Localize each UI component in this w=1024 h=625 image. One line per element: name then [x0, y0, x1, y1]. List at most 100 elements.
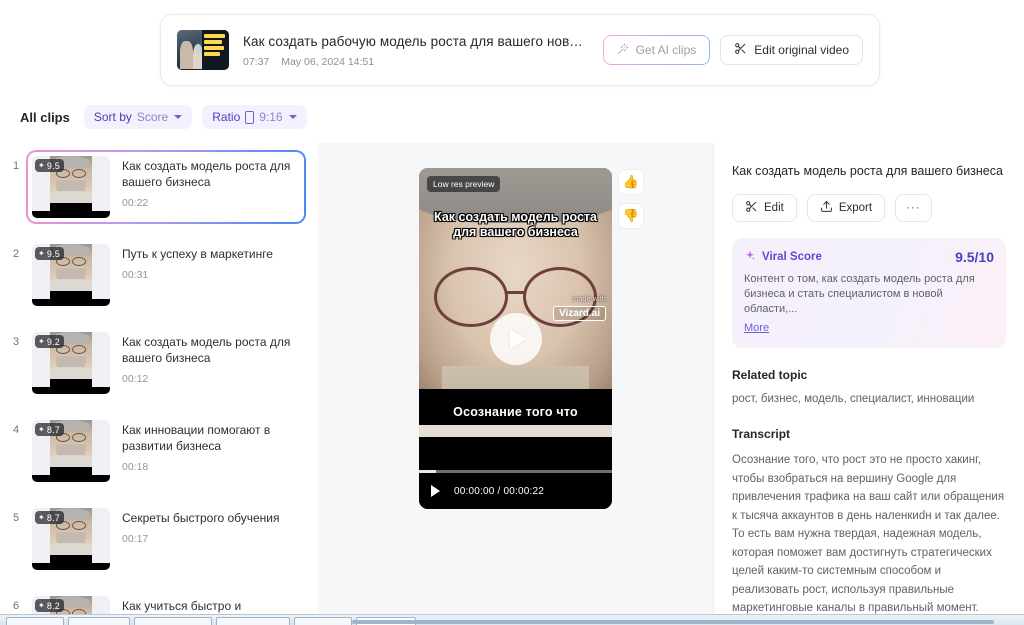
get-ai-clips-label: Get AI clips: [635, 43, 697, 57]
video-player[interactable]: Low res preview Как создать модель роста…: [419, 168, 612, 509]
video-player-surface[interactable]: Low res preview Как создать модель роста…: [419, 168, 612, 509]
thumbs-down-icon: 👎: [622, 208, 640, 223]
clip-score-value: 9.5: [46, 248, 61, 259]
clip-duration: 00:22: [122, 197, 149, 209]
clip-score-badge: ✦ 9.5: [35, 247, 65, 260]
browser-tab-strip[interactable]: [0, 614, 1024, 625]
clip-list-item[interactable]: 2 ✦ 9.5 Путь к успеху в маркетинге 00:31: [0, 231, 318, 319]
clip-card[interactable]: ✦ 9.5 Путь к успеху в маркетинге 00:31: [26, 238, 306, 312]
clip-score-value: 9.5: [46, 160, 61, 171]
viral-score-description: Контент о том, как создать модель роста …: [744, 273, 975, 315]
export-button[interactable]: Export: [806, 194, 886, 222]
clip-detail-actions: Edit Export ···: [732, 194, 1006, 222]
get-ai-clips-button[interactable]: Get AI clips: [602, 35, 711, 65]
chevron-down-icon: [288, 115, 297, 119]
clip-detail-title: Как создать модель роста для вашего бизн…: [732, 164, 1003, 178]
thumbs-down-button[interactable]: 👎: [618, 203, 644, 229]
clip-list-item[interactable]: 6 ✦8.2 Как учиться быстро и эффективно00:1…: [0, 583, 318, 614]
player-controls: 00:00:00 / 00:00:22: [419, 473, 612, 509]
clip-list-item[interactable]: 1 ✦ 9.5 Как создать модель роста для вашего…: [0, 143, 318, 231]
clip-list-item[interactable]: 4 ✦ 8.7 Как инновации помогают в развитии б…: [0, 407, 318, 495]
clip-list: 1 ✦ 9.5 Как создать модель роста для вашего…: [0, 143, 318, 614]
clip-list-item[interactable]: 5 ✦ 8.7 Секреты быстрого обучения 00:17: [0, 495, 318, 583]
thumbs-up-icon: 👍: [622, 174, 640, 189]
clip-score-value: 8.7: [46, 512, 61, 523]
clip-meta: Как создать модель роста для вашего бизн…: [122, 332, 300, 385]
browser-tab[interactable]: [68, 617, 130, 625]
transcript-heading: Transcript: [732, 427, 791, 441]
clip-score-badge: ✦ 8.7: [35, 511, 65, 524]
sparkle-icon: [744, 250, 756, 265]
horizontal-scrollbar[interactable]: [352, 620, 994, 624]
clip-index: 5: [12, 512, 20, 524]
upload-icon: [820, 200, 833, 216]
phone-portrait-icon: [245, 110, 255, 124]
ratio-dropdown[interactable]: Ratio 9:16: [202, 105, 307, 129]
watermark-label: made with: [572, 296, 606, 303]
viral-score-more-link[interactable]: More: [744, 322, 769, 334]
clip-index: 2: [12, 248, 20, 260]
clip-card[interactable]: ✦ 9.2 Как создать модель роста для вашего …: [26, 326, 306, 400]
clip-thumbnail: ✦ 9.5: [32, 244, 110, 306]
clip-meta: Как инновации помогают в развитии бизнес…: [122, 420, 300, 473]
source-video-duration: 07:37: [243, 55, 270, 68]
clip-card[interactable]: ✦ 8.7 Как инновации помогают в развитии би…: [26, 414, 306, 488]
play-button-overlay[interactable]: [489, 312, 542, 365]
browser-tab[interactable]: [294, 617, 352, 625]
clip-score-badge: ✦ 8.2: [35, 599, 65, 612]
more-options-button[interactable]: ···: [895, 194, 932, 222]
export-button-label: Export: [838, 202, 873, 214]
edit-original-video-button[interactable]: Edit original video: [720, 35, 863, 65]
thumbs-up-button[interactable]: 👍: [618, 169, 644, 195]
play-icon[interactable]: [431, 485, 440, 497]
ratio-label: Ratio: [212, 110, 241, 124]
clip-index: 4: [12, 424, 20, 436]
clip-score-badge: ✦ 9.5: [35, 159, 65, 172]
clip-index: 1: [12, 160, 20, 172]
clip-meta: Секреты быстрого обучения 00:17: [122, 508, 300, 545]
clip-title: Как учиться быстро и эффективно: [122, 599, 242, 613]
clip-card[interactable]: ✦8.2 Как учиться быстро и эффективно00:13: [26, 590, 306, 614]
app-root: Как создать рабочую модель роста для ваш…: [0, 0, 1024, 625]
clip-list-item[interactable]: 3 ✦ 9.2 Как создать модель роста для вашего…: [0, 319, 318, 407]
sparkle-icon: ✦: [38, 600, 45, 610]
source-video-title: Как создать рабочую модель роста для ваш…: [243, 33, 589, 49]
all-clips-label: All clips: [20, 109, 70, 125]
clip-thumbnail: ✦ 8.7: [32, 508, 110, 570]
edit-button-label: Edit: [764, 202, 784, 214]
scissors-icon: [745, 200, 758, 216]
clip-card[interactable]: ✦ 9.5 Как создать модель роста для вашего …: [26, 150, 306, 224]
edit-button[interactable]: Edit: [732, 194, 797, 222]
browser-tab[interactable]: [6, 617, 64, 625]
play-icon: [510, 328, 526, 349]
watermark: made with Vizard.ai: [553, 296, 606, 321]
player-time-display: 00:00:00 / 00:00:22: [454, 485, 544, 497]
clip-duration: 00:12: [122, 373, 149, 385]
low-res-preview-badge: Low res preview: [427, 176, 501, 192]
clip-thumbnail: ✦ 9.5: [32, 156, 110, 218]
ratio-value: 9:16: [259, 110, 283, 124]
edit-original-video-label: Edit original video: [754, 43, 849, 57]
clip-duration: 00:31: [122, 269, 149, 281]
source-video-card-inner: Как создать рабочую модель роста для ваш…: [160, 14, 880, 86]
clip-list-pane[interactable]: 1 ✦ 9.5 Как создать модель роста для вашего…: [0, 143, 318, 614]
clip-thumbnail: ✦ 9.2: [32, 332, 110, 394]
source-video-submeta: 07:37 May 06, 2024 14:51: [243, 56, 589, 68]
sort-by-dropdown[interactable]: Sort by Score: [83, 105, 193, 129]
clip-title: Как инновации помогают в развитии бизнес…: [122, 423, 271, 453]
source-video-card: Как создать рабочую модель роста для ваш…: [160, 14, 880, 86]
clip-score-badge: ✦ 9.2: [35, 335, 65, 348]
source-video-meta: Как создать рабочую модель роста для ваш…: [243, 33, 589, 68]
browser-tab[interactable]: [134, 617, 212, 625]
source-video-date: May 06, 2024 14:51: [281, 55, 375, 68]
player-subtitle: Осознание того что: [453, 405, 578, 419]
transcript-text: Осознание того, что рост это не просто х…: [732, 454, 1005, 614]
browser-tab[interactable]: [216, 617, 290, 625]
clip-duration: 00:18: [122, 461, 149, 473]
player-overlay-caption: Как создать модель роста для вашего бизн…: [434, 210, 597, 239]
viral-score-header: Viral Score 9.5/10: [744, 249, 994, 265]
viral-score-label-group: Viral Score: [744, 250, 822, 265]
clip-thumbnail: ✦ 8.7: [32, 420, 110, 482]
clip-card[interactable]: ✦ 8.7 Секреты быстрого обучения 00:17: [26, 502, 306, 576]
filter-bar: All clips Sort by Score Ratio 9:16: [20, 105, 307, 129]
